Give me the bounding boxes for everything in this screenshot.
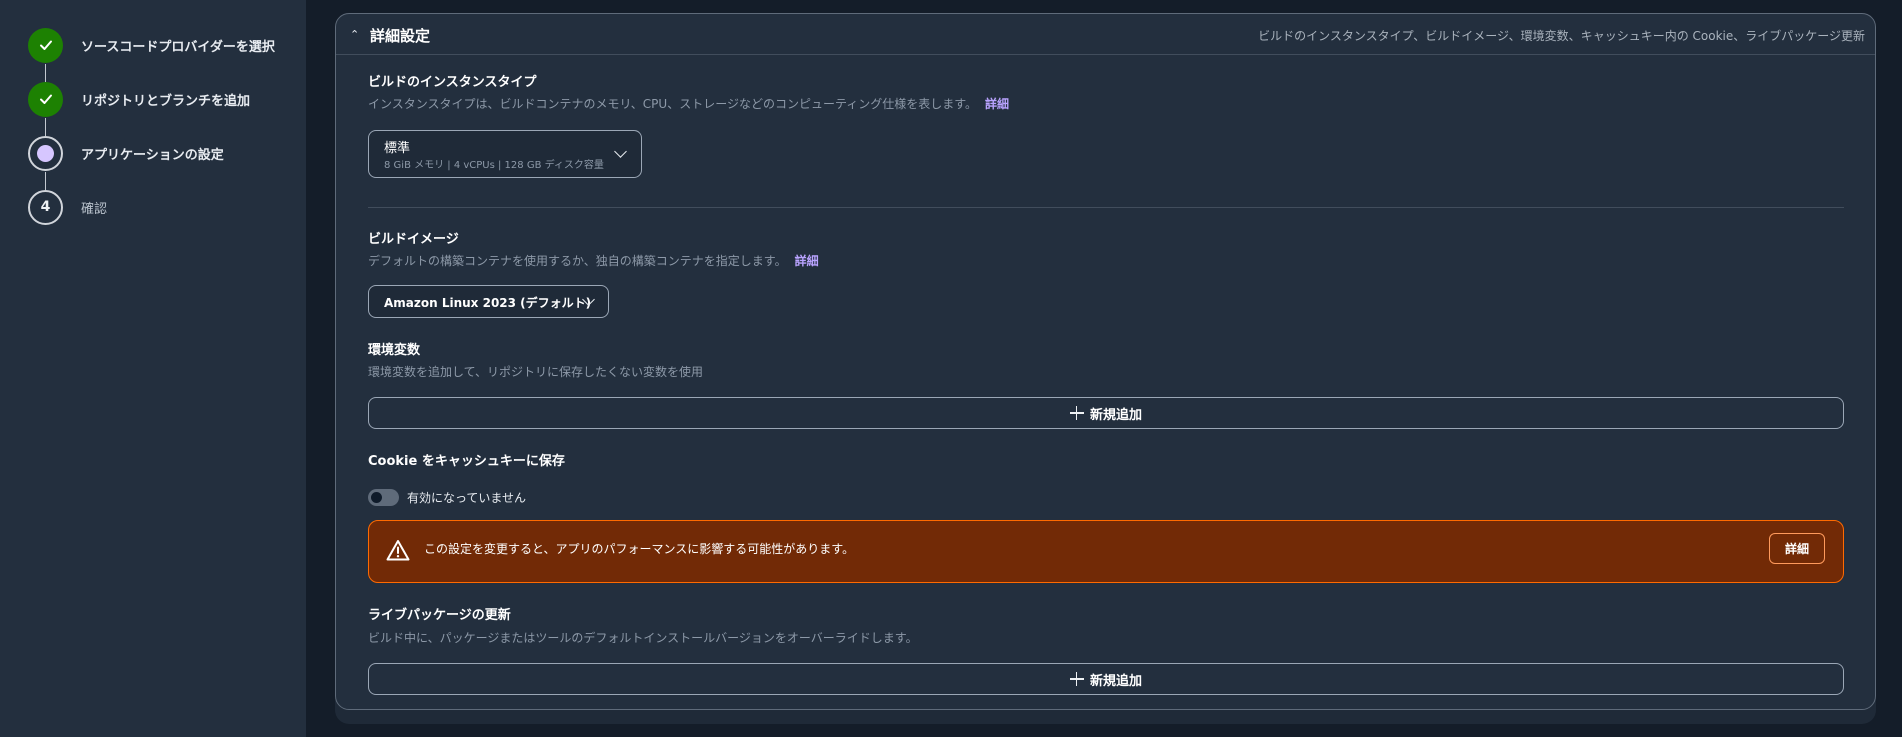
add-live-package-button[interactable]: 新規追加 — [368, 663, 1844, 695]
plus-icon — [1069, 406, 1084, 420]
build-image-title: ビルドイメージ — [368, 232, 459, 247]
instance-type-spec: 8 GiB メモリ | 4 vCPUs | 128 GB ディスク容量 — [384, 160, 604, 171]
instance-type-select[interactable]: 標準 8 GiB メモリ | 4 vCPUs | 128 GB ディスク容量 — [368, 130, 642, 178]
warning-message: この設定を変更すると、アプリのパフォーマンスに影響する可能性があります。 — [424, 542, 855, 556]
chevron-down-icon — [614, 145, 627, 158]
step-connector — [45, 172, 46, 190]
cookie-cache-toggle-row: 有効になっていません — [368, 489, 526, 506]
instance-type-description: インスタンスタイプは、ビルドコンテナのメモリ、CPU、ストレージなどのコンピュー… — [368, 97, 1010, 111]
advanced-settings-summary: ビルドのインスタンスタイプ、ビルドイメージ、環境変数、キャッシュキー内の Coo… — [1258, 29, 1865, 43]
check-icon — [39, 40, 52, 50]
step-connector — [45, 64, 46, 82]
advanced-settings-title: 詳細設定 — [370, 27, 431, 45]
performance-warning-alert: この設定を変更すると、アプリのパフォーマンスに影響する可能性があります。 詳細 — [368, 520, 1844, 583]
step-connector — [45, 118, 46, 136]
cookie-cache-title: Cookie をキャッシュキーに保存 — [368, 454, 565, 469]
wizard-step-3[interactable]: アプリケーションの設定 — [28, 135, 224, 171]
build-image-select[interactable]: Amazon Linux 2023 (デフォルト) — [368, 285, 609, 318]
warning-details-button[interactable]: 詳細 — [1769, 533, 1825, 564]
caret-up-icon: ⌃ — [350, 28, 360, 41]
toggle-knob — [371, 492, 382, 503]
step-complete-badge — [28, 81, 63, 117]
live-packages-title: ライブパッケージの更新 — [368, 608, 511, 623]
wizard-step-2[interactable]: リポジトリとブランチを追加 — [28, 81, 250, 117]
cookie-cache-toggle-label: 有効になっていません — [407, 491, 527, 505]
build-image-selected: Amazon Linux 2023 (デフォルト) — [384, 296, 592, 310]
live-packages-description: ビルド中に、パッケージまたはツールのデフォルトインストールバージョンをオーバーラ… — [368, 631, 918, 645]
instance-type-selected: 標準 — [384, 141, 411, 156]
step-number-badge: 4 — [28, 189, 63, 225]
wizard-step-1[interactable]: ソースコードプロバイダーを選択 — [28, 27, 275, 63]
env-vars-description: 環境変数を追加して、リポジトリに保存したくない変数を使用 — [368, 365, 704, 379]
instance-type-title: ビルドのインスタンスタイプ — [368, 75, 537, 90]
wizard-step-label: アプリケーションの設定 — [81, 147, 224, 163]
env-vars-title: 環境変数 — [368, 343, 421, 358]
add-env-var-label: 新規追加 — [1089, 407, 1142, 423]
add-live-package-label: 新規追加 — [1089, 673, 1142, 689]
wizard-sidebar: ソースコードプロバイダーを選択 リポジトリとブランチを追加 アプリケーションの設… — [0, 0, 306, 737]
check-icon — [39, 94, 52, 104]
step-current-badge — [28, 135, 63, 171]
cookie-cache-toggle[interactable] — [368, 489, 399, 506]
build-image-description: デフォルトの構築コンテナを使用するか、独自の構築コンテナを指定します。 詳細 — [368, 254, 819, 268]
warning-icon — [386, 540, 410, 561]
advanced-settings-header[interactable]: ⌃ 詳細設定 ビルドのインスタンスタイプ、ビルドイメージ、環境変数、キャッシュキ… — [336, 14, 1875, 55]
wizard-step-4[interactable]: 4 確認 — [28, 189, 107, 225]
dot-icon — [37, 144, 54, 162]
step-complete-badge — [28, 27, 63, 63]
add-env-var-button[interactable]: 新規追加 — [368, 397, 1844, 429]
wizard-step-label: 確認 — [81, 201, 108, 217]
instance-type-info-link[interactable]: 詳細 — [985, 97, 1009, 111]
wizard-step-label: リポジトリとブランチを追加 — [81, 93, 251, 109]
section-divider — [368, 207, 1844, 208]
build-image-info-link[interactable]: 詳細 — [795, 254, 819, 268]
wizard-step-label: ソースコードプロバイダーを選択 — [81, 39, 275, 55]
advanced-settings-panel: ⌃ 詳細設定 ビルドのインスタンスタイプ、ビルドイメージ、環境変数、キャッシュキ… — [335, 13, 1876, 710]
plus-icon — [1069, 672, 1084, 686]
